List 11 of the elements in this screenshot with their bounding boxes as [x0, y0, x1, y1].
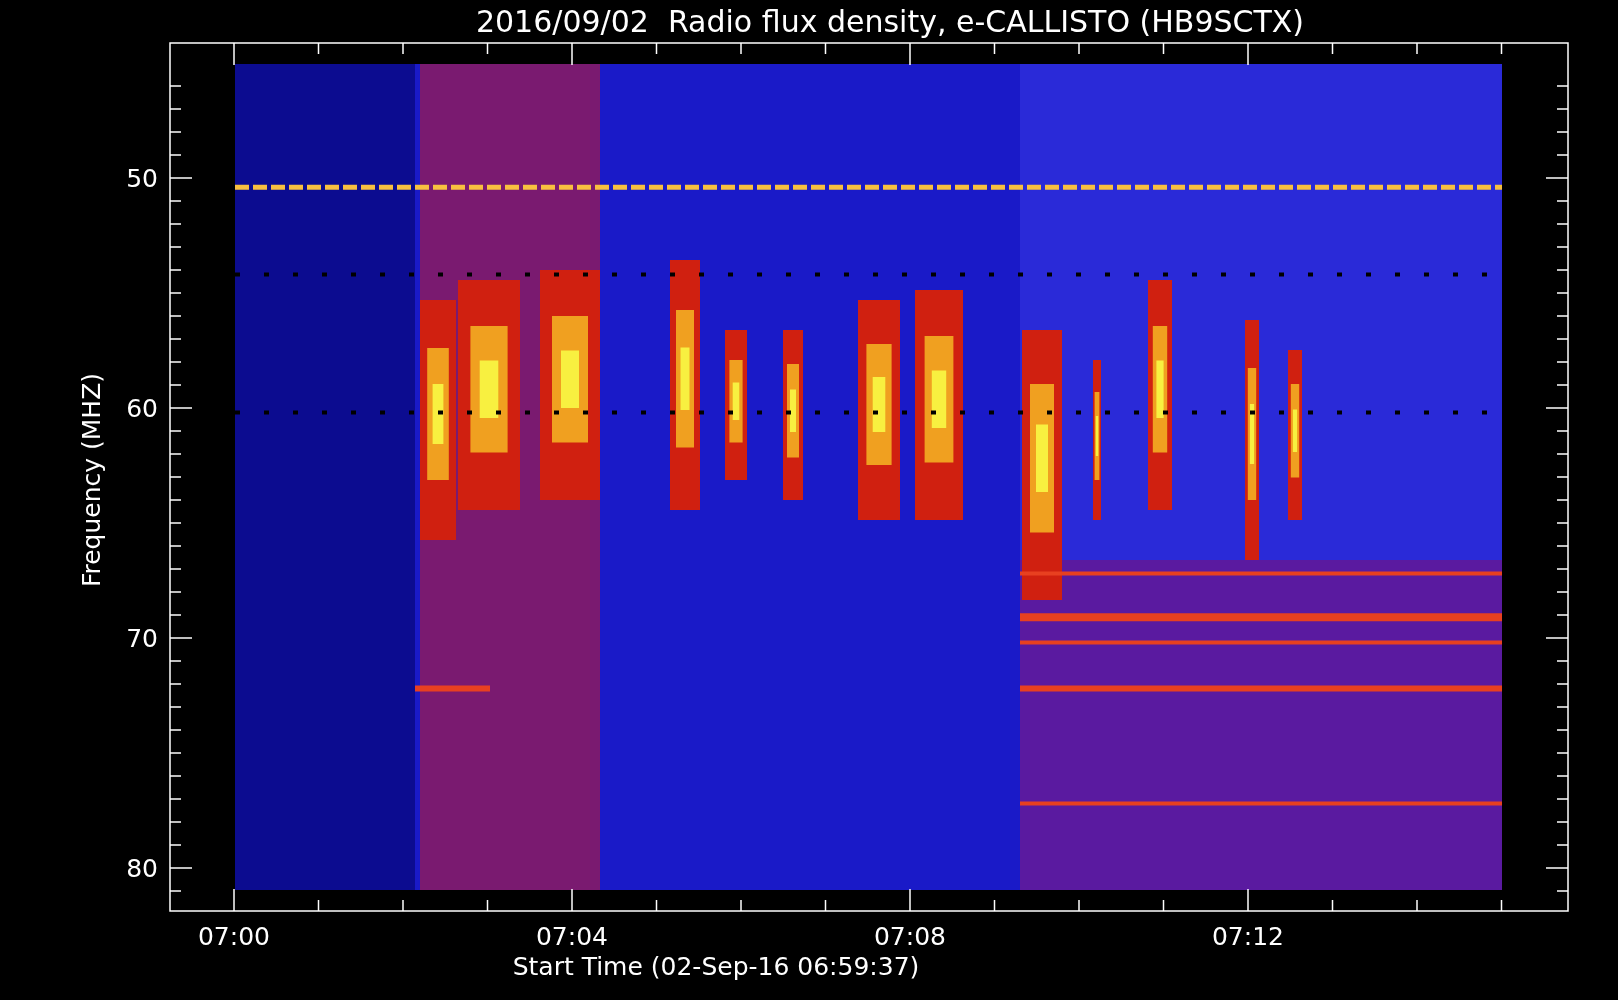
- x-tick-label: 07:08: [874, 922, 946, 951]
- x-axis-title: Start Time (02-Sep-16 06:59:37): [512, 952, 920, 981]
- x-tick-label: 07:00: [198, 922, 270, 951]
- y-tick-label: 50: [126, 164, 158, 193]
- y-tick-label: 80: [126, 854, 158, 883]
- x-tick-label: 07:12: [1212, 922, 1284, 951]
- y-axis-title: Frequency (MHZ): [77, 372, 106, 588]
- y-tick-label: 60: [126, 394, 158, 423]
- chart-title: 2016/09/02 Radio flux density, e-CALLISTO (HB9SCTX): [475, 4, 1305, 39]
- x-tick-label: 07:04: [536, 922, 608, 951]
- y-tick-label: 70: [126, 624, 158, 653]
